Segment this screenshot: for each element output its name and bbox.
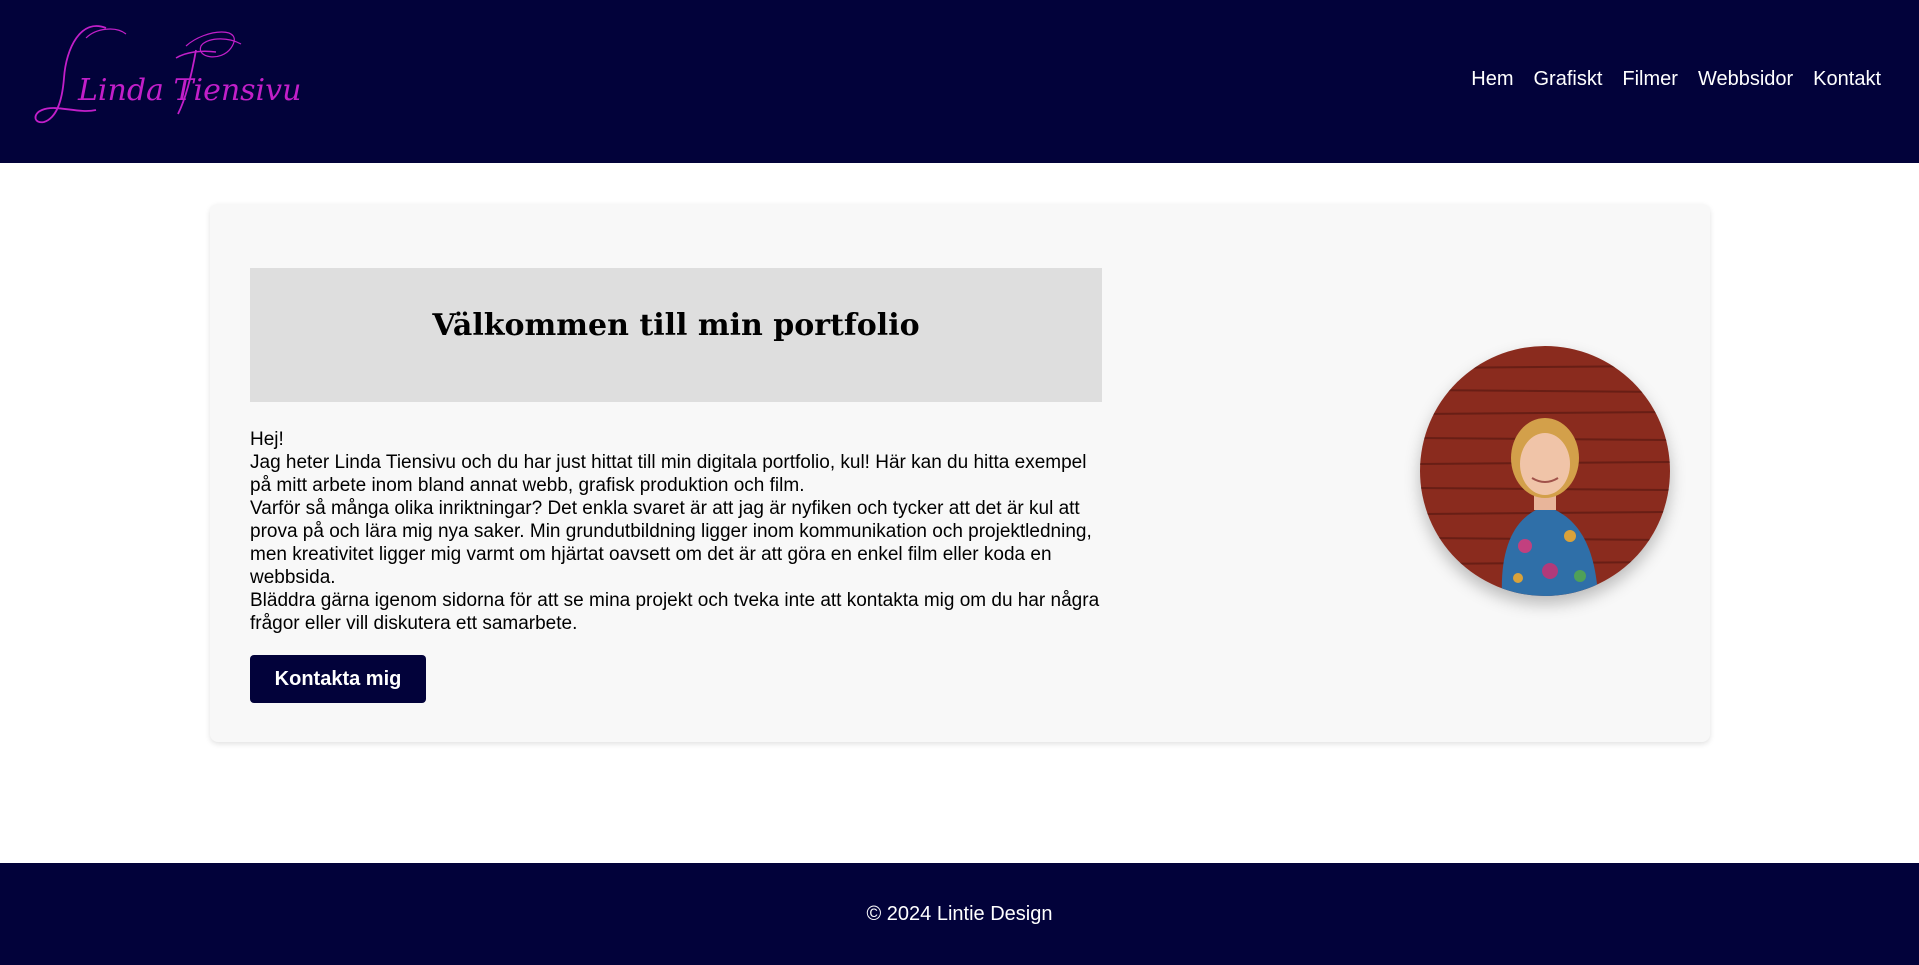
portrait-photo	[1420, 346, 1670, 596]
intro-text: Hej! Jag heter Linda Tiensivu och du har…	[250, 428, 1110, 635]
nav-webbsidor[interactable]: Webbsidor	[1698, 67, 1793, 91]
nav-kontakt[interactable]: Kontakt	[1813, 67, 1881, 91]
logo[interactable]: Linda Tiensivu	[26, 18, 316, 133]
main-nav: Hem Grafiskt Filmer Webbsidor Kontakt	[1471, 67, 1881, 91]
title-box: Välkommen till min portfolio	[250, 268, 1102, 402]
portrait-photo-icon	[1420, 346, 1670, 596]
site-header: Linda Tiensivu Hem Grafiskt Filmer Webbs…	[0, 0, 1919, 163]
nav-grafiskt[interactable]: Grafiskt	[1533, 67, 1602, 91]
logo-script-icon: Linda Tiensivu	[34, 25, 301, 124]
page-title: Välkommen till min portfolio	[432, 308, 920, 343]
intro-paragraph-3: Bläddra gärna igenom sidorna för att se …	[250, 590, 1100, 634]
intro-greeting: Hej!	[250, 429, 284, 450]
intro-paragraph-1: Jag heter Linda Tiensivu och du har just…	[250, 452, 1087, 496]
intro-card: Välkommen till min portfolio Hej! Jag he…	[210, 204, 1710, 742]
contact-button[interactable]: Kontakta mig	[250, 655, 426, 703]
copyright-text: © 2024 Lintie Design	[866, 902, 1053, 925]
logo-text: Linda Tiensivu	[77, 73, 301, 108]
intro-paragraph-2: Varför så många olika inriktningar? Det …	[250, 498, 1092, 588]
nav-hem[interactable]: Hem	[1471, 67, 1513, 91]
nav-filmer[interactable]: Filmer	[1622, 67, 1678, 91]
site-footer: © 2024 Lintie Design	[0, 863, 1919, 965]
